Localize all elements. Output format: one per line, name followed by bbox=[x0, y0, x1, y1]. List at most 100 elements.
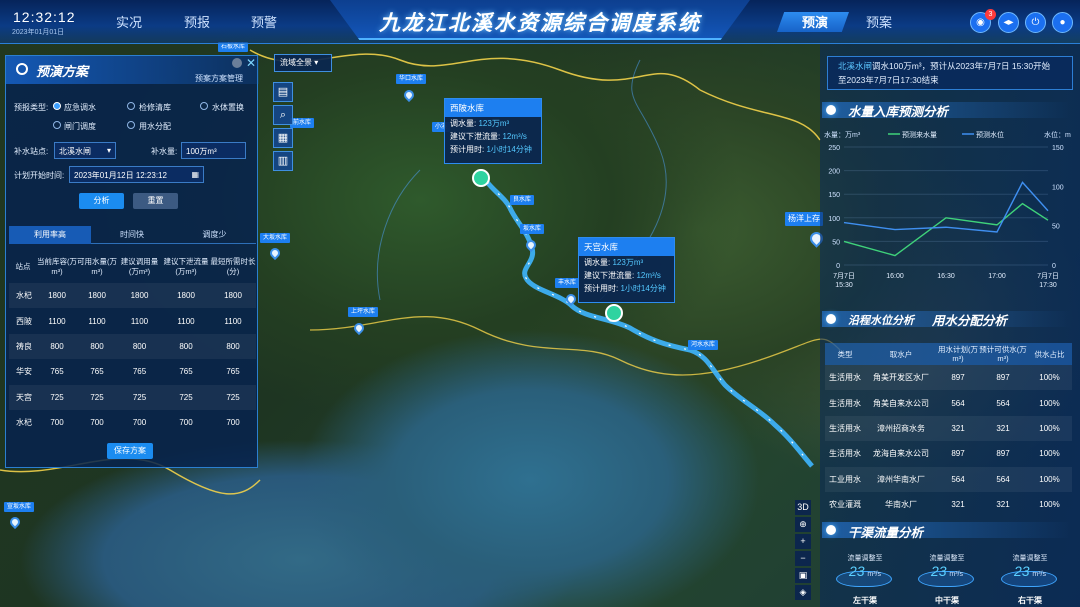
zoom-in-button[interactable]: + bbox=[795, 534, 811, 549]
amount-label: 补水量: bbox=[151, 147, 178, 156]
table-header: 用水计划(万m³) bbox=[937, 343, 979, 365]
map-station-label[interactable]: 丰水库 bbox=[555, 278, 580, 288]
canal-section-title: 干渠流量分析 bbox=[848, 526, 924, 540]
section-icon bbox=[826, 105, 836, 115]
table-row[interactable]: 生活用水 漳州招商水务 321 321 100% bbox=[825, 415, 1072, 442]
plan-manage-link[interactable]: 预案方案管理 bbox=[195, 73, 243, 84]
factory-icon[interactable]: ▥ bbox=[273, 151, 293, 171]
map-station-label[interactable]: 华口水库 bbox=[396, 74, 427, 84]
table-row[interactable]: 生活用水 龙海自来水公司 897 897 100% bbox=[825, 441, 1072, 466]
table-cell: 700 bbox=[90, 418, 104, 428]
table-cell: 1800 bbox=[37, 283, 77, 309]
flow-label: 流量调整至 bbox=[929, 555, 965, 562]
station-select[interactable]: 北溪水闸 ▾ bbox=[54, 142, 116, 159]
map-station-label[interactable]: 良水库 bbox=[510, 195, 535, 205]
target-icon[interactable]: ⊕ bbox=[795, 517, 811, 532]
plan-icon bbox=[16, 63, 28, 75]
map-station-label[interactable]: 前水库 bbox=[290, 118, 315, 128]
radio-emergency[interactable] bbox=[53, 102, 61, 110]
table-cell: 角美开发区水厂 bbox=[865, 365, 937, 391]
radio-maintenance[interactable] bbox=[127, 102, 135, 110]
table-row[interactable]: 生活用水 角美开发区水厂 897 897 100% bbox=[825, 365, 1072, 391]
tab-fast[interactable]: 时间快 bbox=[91, 226, 173, 244]
table-cell: 765 bbox=[179, 367, 193, 377]
nav-tab-forecast[interactable]: 预报 bbox=[184, 12, 210, 31]
radio-water-allocation[interactable] bbox=[127, 121, 135, 129]
table-cell: 农业灌溉 bbox=[829, 500, 861, 510]
table-row[interactable]: 天宫 725 725 725 725 725 bbox=[9, 384, 256, 410]
table-header: 类型 bbox=[825, 343, 865, 365]
start-time-input[interactable]: 2023年01月12日 12:23:12 ▦ bbox=[69, 166, 204, 183]
map-station-label[interactable]: 坂水库 bbox=[520, 224, 545, 234]
save-plan-button[interactable]: 保存方案 bbox=[107, 443, 153, 459]
table-cell: 西陂 bbox=[16, 316, 32, 326]
canal-name: 左干渠 bbox=[853, 596, 877, 605]
notice-text: ，预计从2023年7月7日 15:30开始 bbox=[921, 61, 1051, 71]
table-row[interactable]: 华安 765 765 765 765 765 bbox=[9, 359, 256, 384]
layers-icon[interactable]: ▤ bbox=[273, 82, 293, 102]
map-station-label[interactable]: 宣坂水库 bbox=[4, 502, 35, 512]
allocation-title[interactable]: 用水分配分析 bbox=[932, 310, 1007, 329]
table-row[interactable]: 水杞 1800 1800 1800 1800 1800 bbox=[9, 283, 256, 309]
popup-title: 天宫水库 bbox=[579, 238, 674, 256]
chart-xtick: 17:30 bbox=[1039, 282, 1057, 289]
chart-xtick: 16:00 bbox=[886, 273, 904, 280]
flow-label: 流量调整至 bbox=[1012, 555, 1048, 562]
map-station-label[interactable]: 上坪水库 bbox=[348, 307, 379, 317]
table-row[interactable]: 祷良 800 800 800 800 800 bbox=[9, 333, 256, 360]
table-cell: 水杞 bbox=[16, 418, 32, 428]
table-cell: 800 bbox=[117, 333, 162, 360]
building-icon[interactable]: ▦ bbox=[273, 128, 293, 148]
table-row[interactable]: 水杞 700 700 700 700 700 bbox=[9, 410, 256, 435]
inflow-section-title: 水量入库预测分析 bbox=[848, 105, 949, 119]
search-icon[interactable]: ⌕ bbox=[273, 105, 293, 125]
reset-button[interactable]: 重置 bbox=[133, 193, 178, 209]
close-icon[interactable]: ✕ bbox=[246, 56, 256, 70]
calendar-icon: ▦ bbox=[191, 170, 199, 179]
table-cell: 321 bbox=[937, 415, 979, 442]
power-icon[interactable]: ⏻ bbox=[1025, 12, 1046, 33]
chart-xtick: 16:30 bbox=[937, 273, 955, 280]
popup-value: 123万m³ bbox=[612, 258, 644, 267]
table-row[interactable]: 工业用水 漳州华南水厂 564 564 100% bbox=[825, 466, 1072, 492]
amount-input[interactable]: 100万m³ bbox=[181, 142, 246, 159]
minimize-icon[interactable] bbox=[232, 58, 242, 68]
nav-tab-live[interactable]: 实况 bbox=[116, 12, 142, 31]
system-title: 九龙江北溪水资源综合调度系统 bbox=[379, 12, 701, 35]
table-cell: 漳州华南水厂 bbox=[865, 466, 937, 492]
sync-icon[interactable]: ◂▸ bbox=[998, 12, 1019, 33]
table-row[interactable]: 生活用水 角美自来水公司 564 564 100% bbox=[825, 390, 1072, 415]
analyze-button[interactable]: 分析 bbox=[79, 193, 124, 209]
water-level-title[interactable]: 沿程水位分析 bbox=[848, 312, 914, 328]
radio-water-replace[interactable] bbox=[200, 102, 208, 110]
map-station-label[interactable]: 河水水库 bbox=[688, 340, 719, 350]
basin-select[interactable]: 流域全景 ▾ bbox=[274, 54, 332, 72]
table-row[interactable]: 农业灌溉 华南水厂 321 321 100% bbox=[825, 492, 1072, 517]
table-cell: 生活用水 bbox=[829, 398, 861, 408]
map-station-label[interactable]: 大坂水库 bbox=[260, 233, 291, 243]
chart-xtick: 17:00 bbox=[988, 273, 1006, 280]
radio-gate-dispatch[interactable] bbox=[53, 121, 61, 129]
chart-ytick-left: 50 bbox=[832, 239, 840, 246]
user-icon[interactable]: ● bbox=[1052, 12, 1073, 33]
flow-value: 23 bbox=[1014, 563, 1030, 579]
nav-tab-rehearsal[interactable]: 预演 bbox=[802, 12, 828, 31]
table-cell: 100% bbox=[1039, 500, 1060, 510]
zoom-out-button[interactable]: − bbox=[795, 551, 811, 566]
layers-icon[interactable]: ◈ bbox=[795, 585, 811, 600]
clock-date: 2023年01月01日 bbox=[12, 29, 65, 36]
tab-high-utilization[interactable]: 利用率高 bbox=[9, 226, 91, 244]
3d-toggle-button[interactable]: 3D bbox=[795, 500, 811, 515]
station-label: 补水站点: bbox=[14, 147, 49, 156]
table-cell: 1100 bbox=[130, 316, 149, 326]
nav-tab-plan[interactable]: 预案 bbox=[866, 12, 892, 31]
legend-icon[interactable]: ▣ bbox=[795, 568, 811, 583]
table-row[interactable]: 西陂 1100 1100 1100 1100 1100 bbox=[9, 308, 256, 333]
reservoir-popup-xipi: 西陂水库 调水量: 123万m³ 建议下泄流量: 12m³/s 预计用时: 1小… bbox=[444, 98, 542, 164]
chart-ytick-left: 100 bbox=[828, 216, 840, 223]
table-cell: 564 bbox=[937, 466, 979, 492]
map-station-label[interactable]: 杨洋上存 bbox=[785, 212, 823, 226]
tab-less-dispatch[interactable]: 调度少 bbox=[173, 226, 256, 244]
nav-tab-warning[interactable]: 预警 bbox=[251, 12, 277, 31]
table-cell: 1100 bbox=[177, 316, 195, 326]
